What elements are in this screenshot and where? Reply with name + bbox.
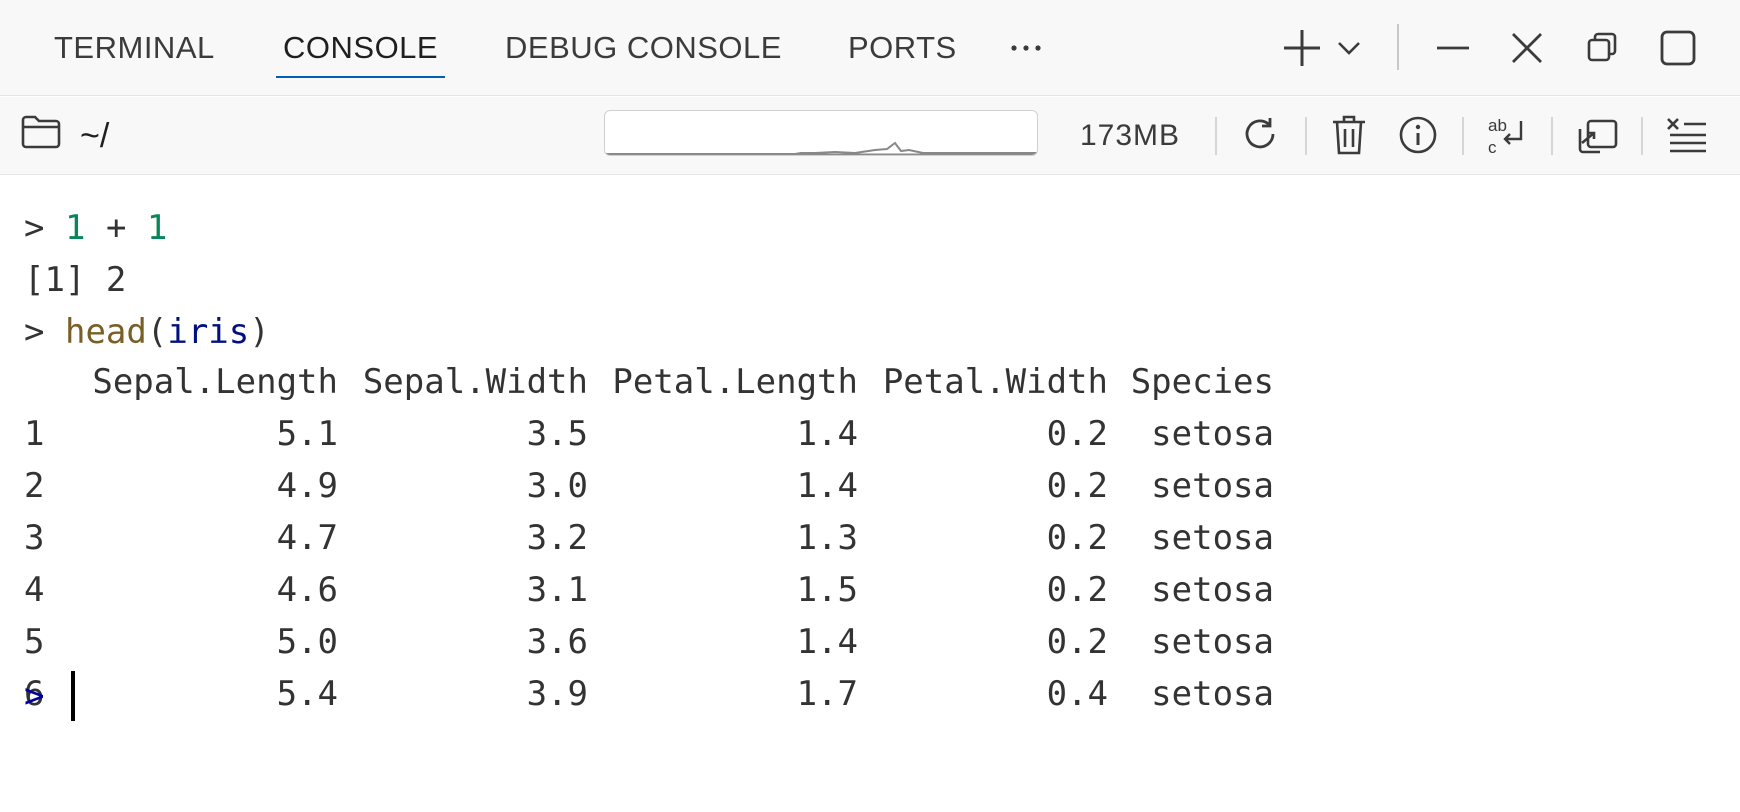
console-toolbar: ~/ 173MB ab c — [0, 97, 1740, 175]
table-cell: 1.7 — [796, 674, 858, 714]
toolbar-divider — [1641, 117, 1643, 155]
word-wrap-icon[interactable]: ab c — [1483, 111, 1531, 159]
console-input-line: > head(iris) — [24, 306, 270, 358]
minimize-icon[interactable] — [1429, 24, 1477, 72]
table-cell: 0.4 — [1046, 674, 1108, 714]
tab-console[interactable]: CONSOLE — [275, 0, 446, 96]
clear-lines-icon[interactable] — [1662, 111, 1710, 159]
table-header-cell: Sepal.Width — [362, 362, 588, 402]
table-cell: 3.2 — [526, 518, 588, 558]
table-cell: 5.0 — [276, 622, 338, 662]
table-row: 2 4.9 3.0 1.4 0.2 setosa — [24, 460, 1274, 512]
toolbar-divider — [1397, 24, 1399, 70]
paren-open: ( — [146, 312, 168, 352]
toolbar-divider — [1551, 117, 1553, 155]
table-cell: 1.4 — [796, 622, 858, 662]
function-token: head — [64, 312, 147, 352]
row-index: 1 — [24, 414, 45, 454]
working-directory[interactable]: ~/ — [20, 97, 109, 175]
table-cell: setosa — [1151, 674, 1274, 714]
trash-icon[interactable] — [1325, 111, 1373, 159]
console-active-input[interactable]: > — [24, 670, 75, 722]
table-cell: 3.0 — [526, 466, 588, 506]
table-cell: 3.6 — [526, 622, 588, 662]
svg-text:ab: ab — [1488, 116, 1507, 135]
table-row: 1 5.1 3.5 1.4 0.2 setosa — [24, 408, 1274, 460]
table-row: 6 5.4 3.9 1.7 0.4 setosa — [24, 668, 1274, 720]
variable-token: iris — [167, 312, 250, 352]
tab-terminal[interactable]: TERMINAL — [54, 0, 215, 96]
table-cell: 1.5 — [796, 570, 858, 610]
number-token: 1 — [64, 208, 86, 248]
operator-token: + — [105, 208, 127, 248]
table-cell: 4.9 — [276, 466, 338, 506]
table-cell: setosa — [1151, 518, 1274, 558]
table-cell: 5.4 — [276, 674, 338, 714]
folder-icon — [20, 114, 62, 159]
more-horizontal-icon[interactable] — [1002, 24, 1050, 72]
table-cell: 0.2 — [1046, 622, 1108, 662]
row-index: 3 — [24, 518, 45, 558]
table-header-cell: Sepal.Length — [92, 362, 338, 402]
table-cell: 0.2 — [1046, 414, 1108, 454]
chevron-down-icon[interactable] — [1325, 24, 1373, 72]
table-cell: 5.1 — [276, 414, 338, 454]
console-output[interactable]: > 1 + 1 [1] 2 > head(iris) Sepal.Length … — [0, 176, 1740, 812]
number-token: 1 — [146, 208, 168, 248]
add-icon[interactable] — [1278, 24, 1326, 72]
table-cell: 0.2 — [1046, 518, 1108, 558]
data-frame-output: Sepal.Length Sepal.Width Petal.Length Pe… — [24, 356, 1274, 720]
table-cell: 4.7 — [276, 518, 338, 558]
info-icon[interactable] — [1394, 111, 1442, 159]
table-cell: 3.9 — [526, 674, 588, 714]
text-cursor — [70, 670, 75, 721]
open-in-editor-icon[interactable] — [1574, 111, 1622, 159]
toolbar-divider — [1305, 117, 1307, 155]
table-cell: 4.6 — [276, 570, 338, 610]
toolbar-divider — [1462, 117, 1464, 155]
restart-icon[interactable] — [1236, 111, 1284, 159]
row-index: 5 — [24, 622, 45, 662]
row-index: 4 — [24, 570, 45, 610]
tab-debug-console[interactable]: DEBUG CONSOLE — [505, 0, 782, 96]
table-row: 4 4.6 3.1 1.5 0.2 setosa — [24, 564, 1274, 616]
table-cell: setosa — [1151, 414, 1274, 454]
console-output-line: [1] 2 — [24, 260, 127, 300]
prompt-symbol: > — [24, 312, 45, 352]
console-input-line: > 1 + 1 — [24, 202, 167, 254]
maximize-icon[interactable] — [1654, 24, 1702, 72]
table-row: 5 5.0 3.6 1.4 0.2 setosa — [24, 616, 1274, 668]
table-cell: 3.5 — [526, 414, 588, 454]
restore-icon[interactable] — [1578, 24, 1626, 72]
prompt-symbol: > — [24, 208, 45, 248]
table-header-cell: Petal.Width — [882, 362, 1108, 402]
toolbar-divider — [1215, 117, 1217, 155]
prompt-symbol: > — [24, 676, 45, 716]
table-cell: setosa — [1151, 622, 1274, 662]
table-header-cell: Species — [1130, 362, 1274, 402]
table-cell: 1.4 — [796, 414, 858, 454]
memory-sparkline — [604, 110, 1038, 156]
table-cell: 0.2 — [1046, 466, 1108, 506]
working-directory-path: ~/ — [80, 116, 110, 155]
memory-usage: 173MB — [1080, 119, 1181, 152]
panel-tab-bar: TERMINAL CONSOLE DEBUG CONSOLE PORTS — [0, 0, 1740, 96]
svg-text:c: c — [1488, 138, 1497, 157]
row-index: 2 — [24, 466, 45, 506]
table-cell: setosa — [1151, 466, 1274, 506]
table-cell: 0.2 — [1046, 570, 1108, 610]
table-header-cell — [24, 356, 64, 408]
table-header-cell: Petal.Length — [612, 362, 858, 402]
paren-close: ) — [249, 312, 270, 352]
table-cell: 1.4 — [796, 466, 858, 506]
table-cell: setosa — [1151, 570, 1274, 610]
table-cell: 3.1 — [526, 570, 588, 610]
table-row: 3 4.7 3.2 1.3 0.2 setosa — [24, 512, 1274, 564]
table-header-row: Sepal.Length Sepal.Width Petal.Length Pe… — [24, 356, 1274, 408]
tab-ports[interactable]: PORTS — [848, 0, 957, 96]
close-icon[interactable] — [1503, 24, 1551, 72]
table-cell: 1.3 — [796, 518, 858, 558]
